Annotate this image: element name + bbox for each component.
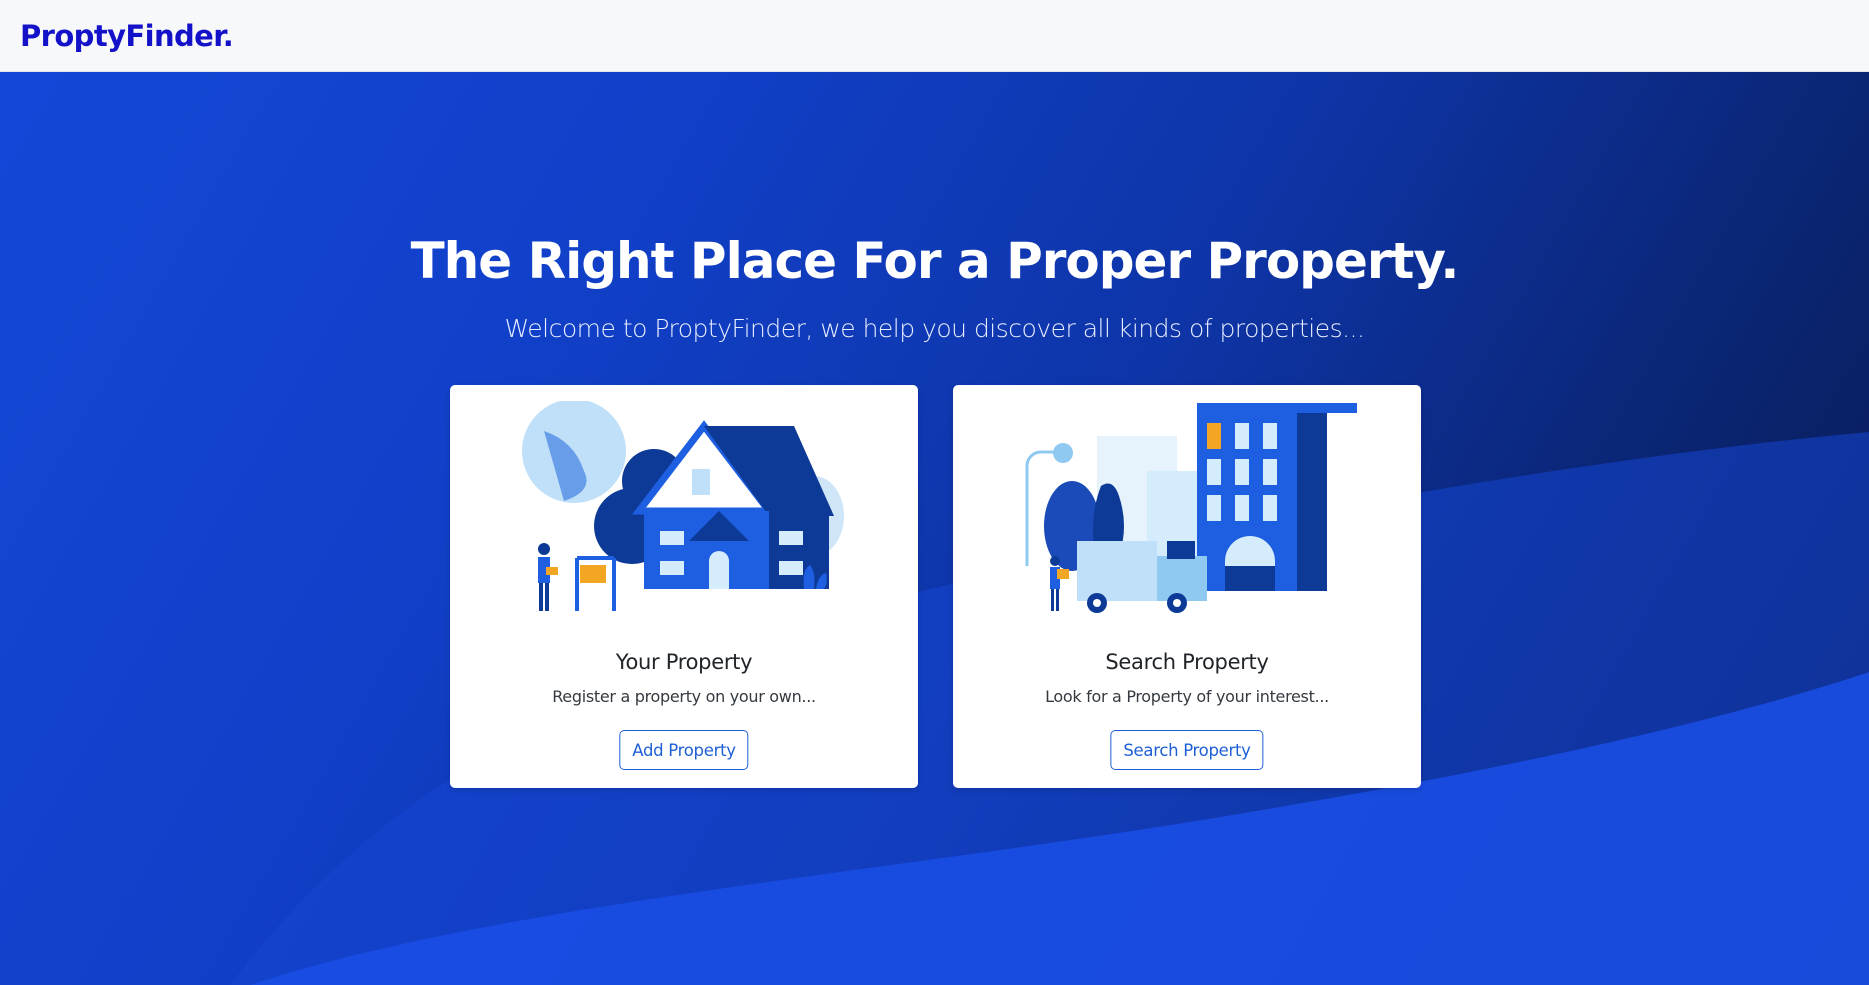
search-property-card: Search Property Look for a Property of y… — [953, 385, 1421, 788]
add-property-button[interactable]: Add Property — [619, 730, 749, 770]
search-property-title: Search Property — [1105, 650, 1269, 674]
top-navbar: ProptyFinder. — [0, 0, 1869, 72]
hero-subtitle: Welcome to ProptyFinder, we help you dis… — [504, 314, 1365, 343]
hero-section: The Right Place For a Proper Property. W… — [0, 72, 1869, 985]
house-with-sale-sign-illustration — [522, 401, 844, 611]
hero-title: The Right Place For a Proper Property. — [410, 232, 1460, 290]
your-property-card: Your Property Register a property on you… — [450, 385, 918, 788]
your-property-title: Your Property — [615, 650, 753, 674]
hero-background-waves — [230, 432, 1869, 985]
search-property-description: Look for a Property of your interest... — [1045, 687, 1329, 706]
search-property-button[interactable]: Search Property — [1110, 730, 1264, 770]
brand-logo-link[interactable]: ProptyFinder. — [20, 19, 234, 53]
city-building-moving-truck-illustration — [1025, 403, 1357, 613]
your-property-description: Register a property on your own... — [552, 687, 816, 706]
